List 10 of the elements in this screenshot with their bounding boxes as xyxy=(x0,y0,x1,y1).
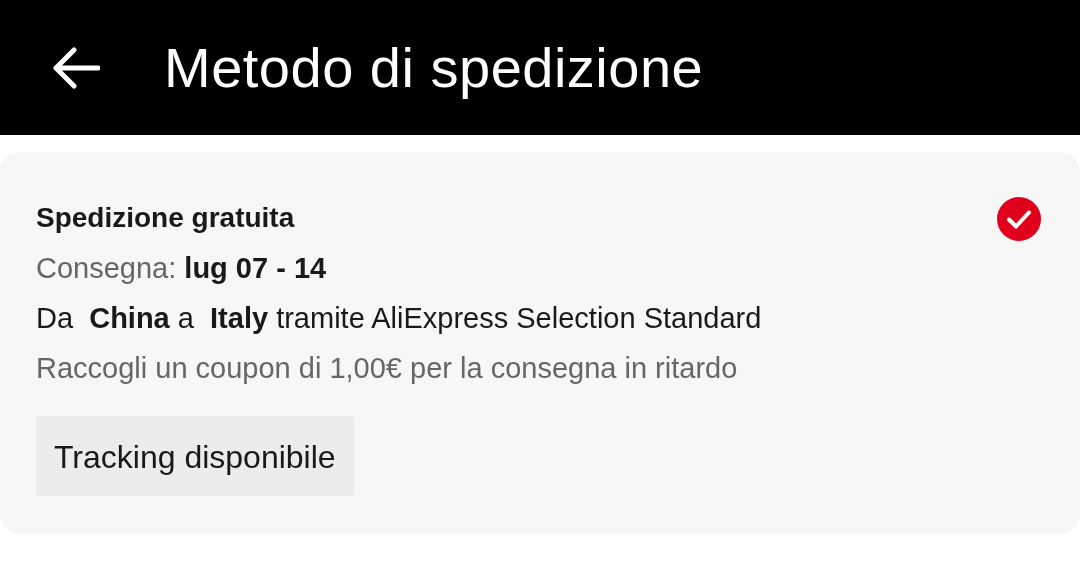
feature-tag: Tracking disponibile xyxy=(36,416,354,496)
check-icon[interactable] xyxy=(996,196,1042,242)
page-title: Metodo di spedizione xyxy=(164,35,704,100)
back-arrow-icon xyxy=(52,46,100,89)
shipping-option-card[interactable]: Spedizione gratuita Consegna: lug 07 - 14 Da China a Italy tramite AliExpress Selection Standard Raccogli un coupon di 1,00€ per la consegna in ritardo Tracking disponibile xyxy=(0,152,1080,534)
coupon-note: Raccogli un coupon di 1,00€ per la consegna in ritardo xyxy=(36,351,739,386)
shipping-name: Spedizione gratuita xyxy=(36,201,295,235)
back-button[interactable] xyxy=(52,46,100,89)
delivery-estimate: Consegna: lug 07 - 14 xyxy=(36,251,328,286)
shipping-route: Da China a Italy tramite AliExpress Selection Standard xyxy=(36,301,763,336)
